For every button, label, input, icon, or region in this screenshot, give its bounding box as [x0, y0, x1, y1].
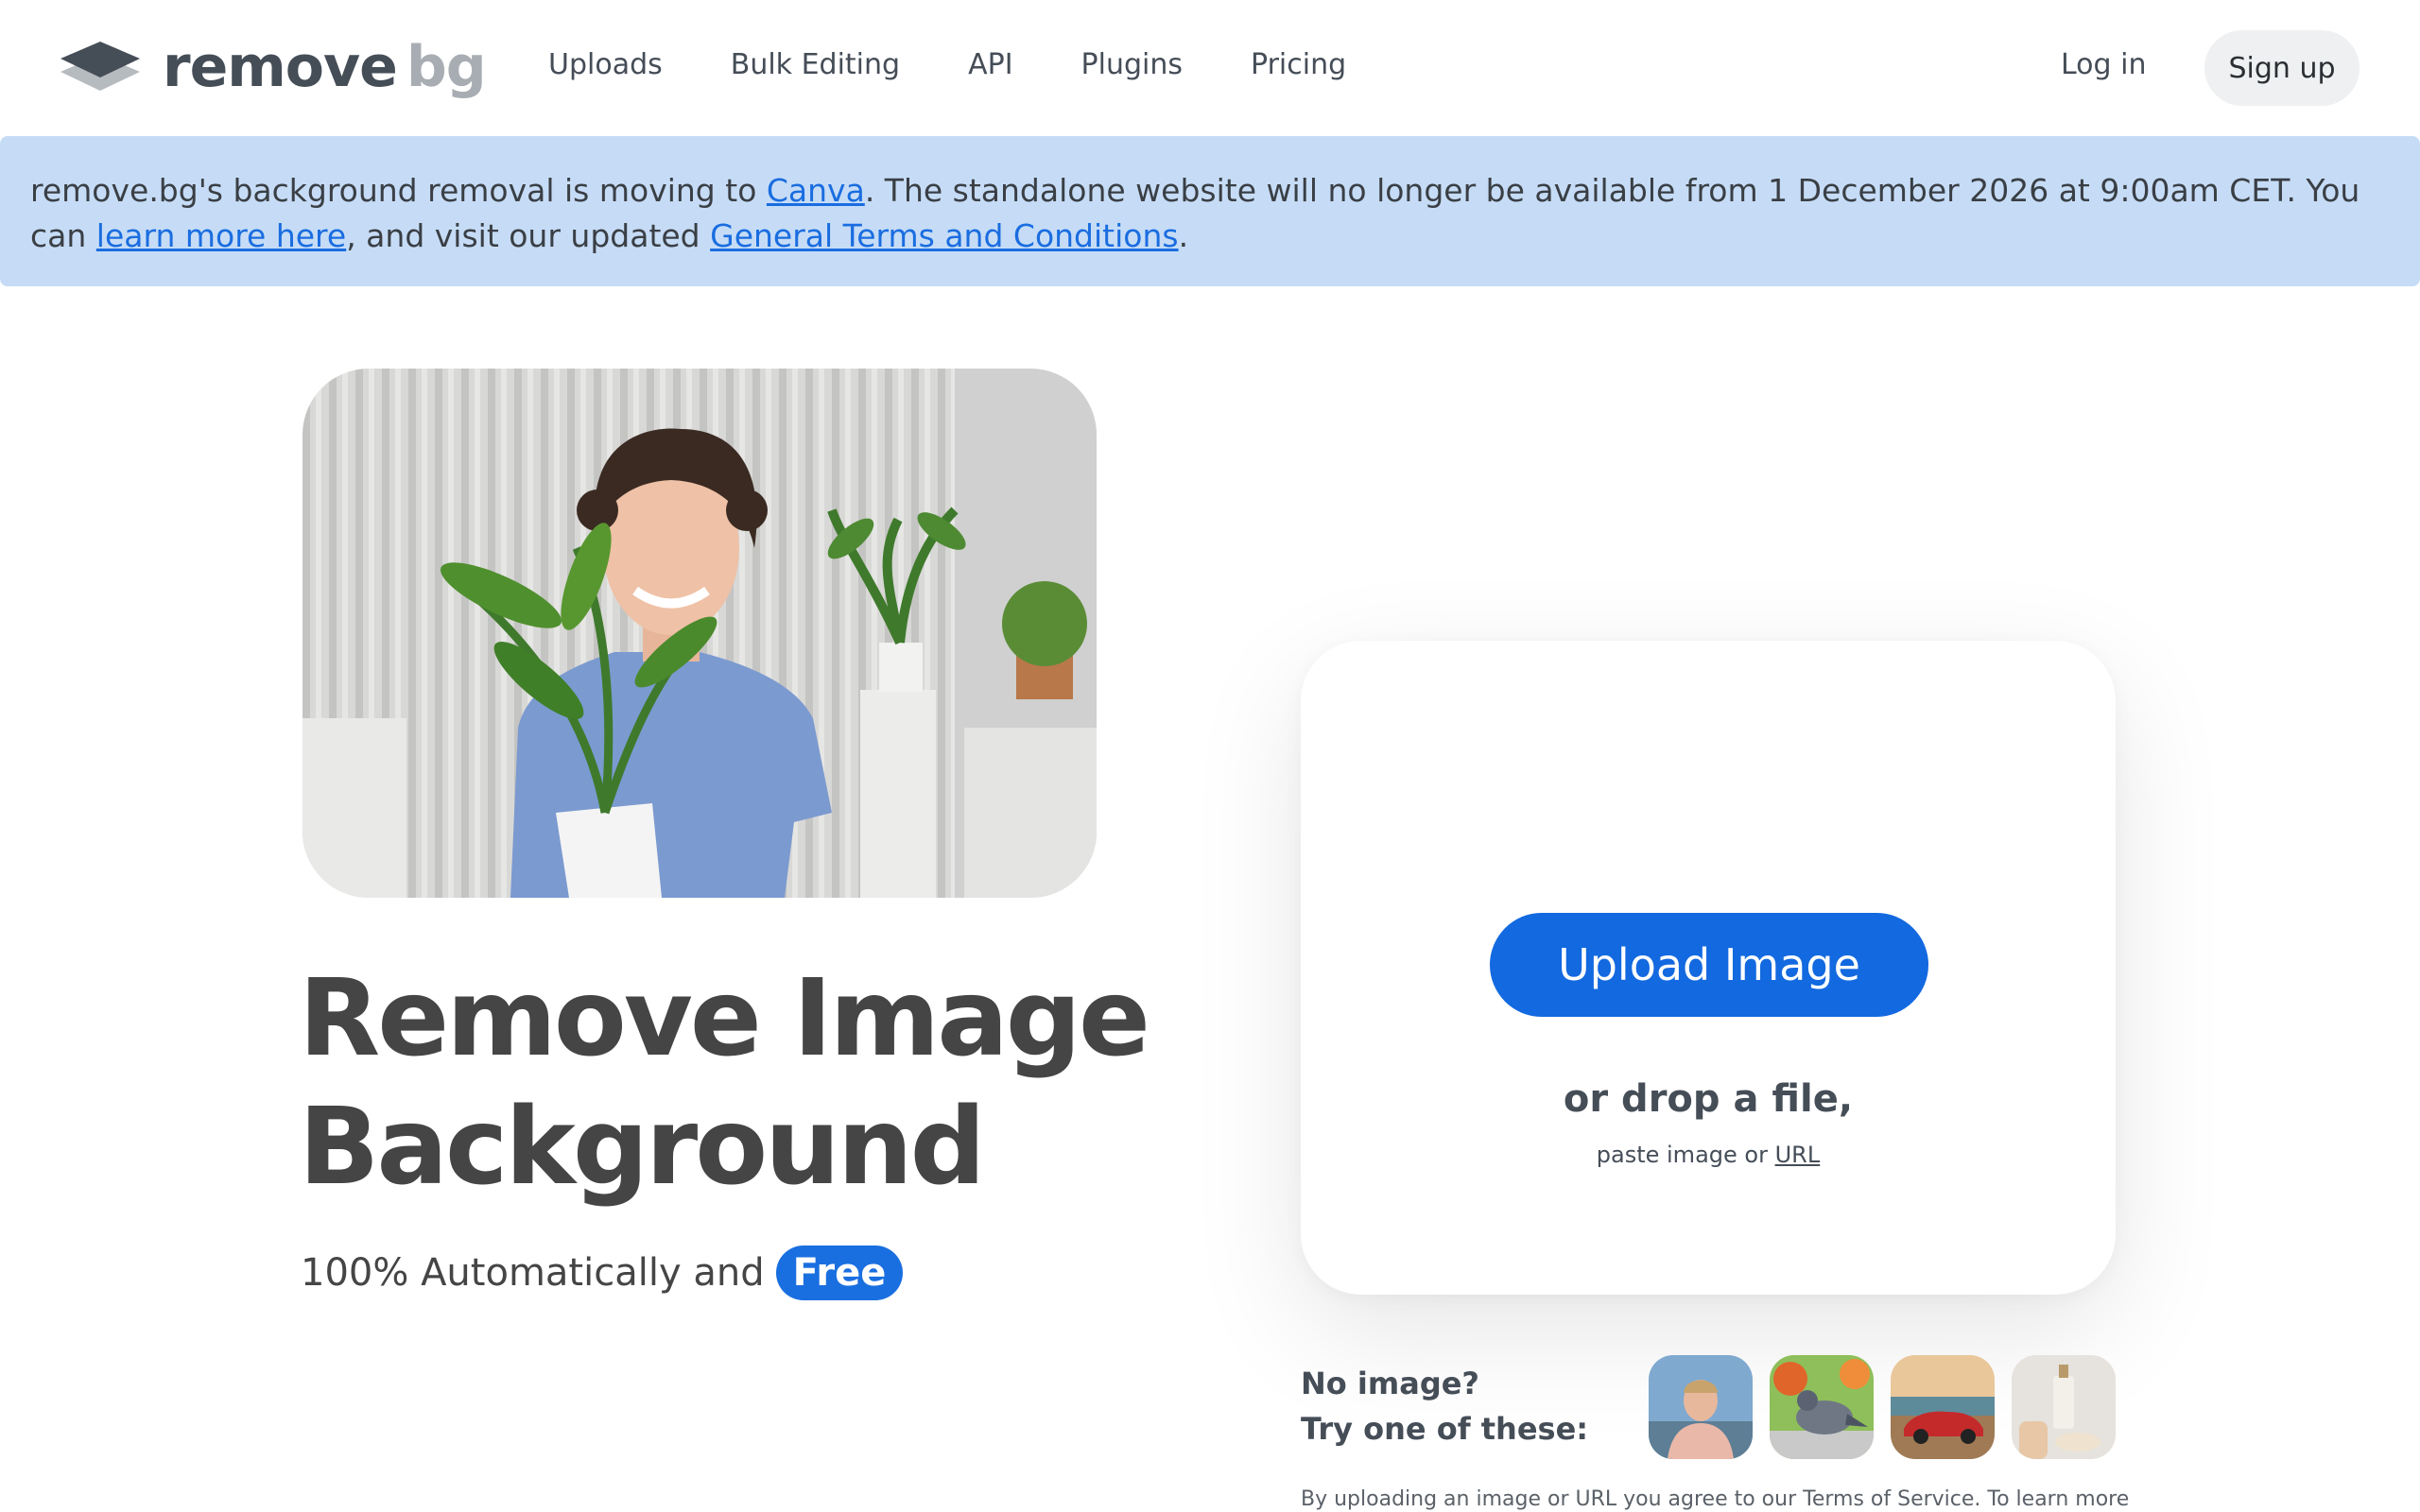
- nav-bulk-editing[interactable]: Bulk Editing: [731, 43, 900, 87]
- sample-prompt-line-1: No image?: [1301, 1366, 1479, 1401]
- top-navbar: remove bg Uploads Bulk Editing API Plugin…: [0, 0, 2420, 134]
- nav-api[interactable]: API: [968, 43, 1012, 87]
- hero-subtitle: 100% Automatically and Free: [301, 1246, 904, 1300]
- sample-pigeon-thumbnail[interactable]: [1770, 1355, 1874, 1459]
- sample-cosmetics-thumbnail[interactable]: [2012, 1355, 2116, 1459]
- sample-prompt-line-2: Try one of these:: [1301, 1411, 1589, 1447]
- headline-line-1: Remove Image: [299, 957, 1150, 1080]
- brand-word-remove: remove: [163, 34, 398, 100]
- free-badge: Free: [775, 1246, 904, 1300]
- banner-text-3: , and visit our updated: [346, 217, 711, 254]
- sample-car-thumbnail[interactable]: [1891, 1355, 1995, 1459]
- nav-links: Uploads Bulk Editing API Plugins Pricing: [548, 43, 1414, 87]
- banner-text-4: .: [1178, 217, 1189, 254]
- page-title: Remove Image Background: [299, 954, 1150, 1211]
- paste-text: paste image or: [1596, 1142, 1768, 1168]
- nav-plugins[interactable]: Plugins: [1081, 43, 1183, 87]
- upload-dropzone[interactable]: Upload Image or drop a file, paste image…: [1301, 641, 2116, 1295]
- terms-notice: By uploading an image or URL you agree t…: [1301, 1487, 2130, 1511]
- subtitle-text: 100% Automatically and: [301, 1251, 765, 1295]
- paste-hint: paste image or URL: [1301, 1142, 2116, 1168]
- sample-prompt: No image? Try one of these:: [1301, 1361, 1588, 1452]
- sample-thumbnails: [1649, 1355, 2133, 1459]
- nav-uploads[interactable]: Uploads: [548, 43, 663, 87]
- drop-file-text: or drop a file,: [1563, 1077, 1854, 1121]
- canva-link[interactable]: Canva: [767, 172, 865, 209]
- banner-text-1: remove.bg's background removal is moving…: [30, 172, 767, 209]
- upload-image-button[interactable]: Upload Image: [1490, 913, 1928, 1017]
- nav-pricing[interactable]: Pricing: [1251, 43, 1346, 87]
- brand-logo[interactable]: remove bg: [59, 38, 487, 96]
- url-link[interactable]: URL: [1775, 1142, 1821, 1168]
- brand-word-bg: bg: [406, 34, 487, 100]
- canva-notice-banner: remove.bg's background removal is moving…: [0, 136, 2420, 286]
- sample-person-thumbnail[interactable]: [1649, 1355, 1753, 1459]
- hero-photo-illustration: [302, 369, 1097, 898]
- learn-more-link[interactable]: learn more here: [96, 217, 346, 254]
- signup-button[interactable]: Sign up: [2204, 30, 2360, 106]
- layers-logo-icon: [60, 42, 140, 91]
- headline-line-2: Background: [299, 1086, 986, 1209]
- login-link[interactable]: Log in: [2061, 43, 2146, 87]
- terms-link[interactable]: General Terms and Conditions: [710, 217, 1178, 254]
- hero-image: [302, 369, 1097, 898]
